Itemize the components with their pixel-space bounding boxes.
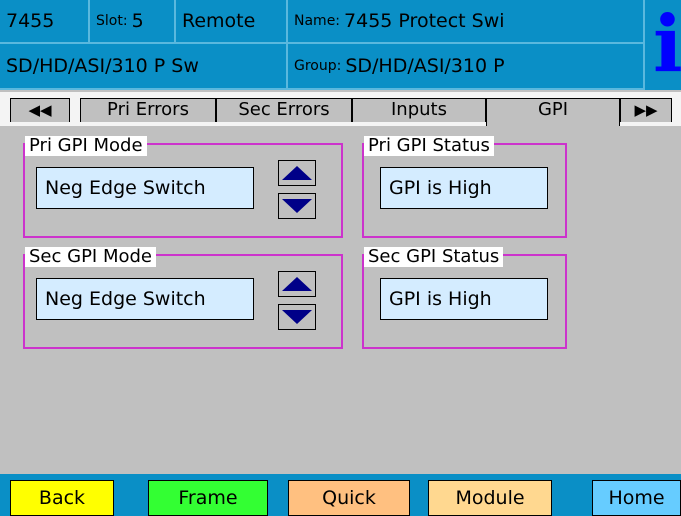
mode-text: Remote [182,10,256,32]
sec-gpi-mode-title: Sec GPI Mode [25,247,156,267]
model-text: SD/HD/ASI/310 P Sw [6,55,199,77]
tab-prev-arrow[interactable]: ◀◀ [10,98,70,122]
name-value: 7455 Protect Swi [344,10,505,32]
tab-label: Inputs [391,99,447,120]
slot-value: 5 [131,10,144,32]
slot-label: Slot: [96,13,128,29]
pri-gpi-mode-up-button[interactable] [278,160,316,186]
tab-label: GPI [537,99,569,120]
group-label: Group: [294,58,342,74]
arrow-down-icon [282,310,312,324]
name-field: Name: 7455 Protect Swi [288,0,645,44]
sec-gpi-status-value: GPI is High [380,278,548,320]
sec-gpi-mode-value[interactable]: Neg Edge Switch [36,278,254,320]
arrow-down-icon [282,199,312,213]
info-button[interactable]: i [645,0,681,90]
module-button[interactable]: Module [428,480,552,516]
sec-gpi-status-title: Sec GPI Status [364,247,504,267]
pri-gpi-status-value: GPI is High [380,167,548,209]
pri-gpi-status-title: Pri GPI Status [364,136,494,156]
frame-button[interactable]: Frame [148,480,268,516]
pri-gpi-mode-down-button[interactable] [278,193,316,219]
pri-gpi-mode-title: Pri GPI Mode [25,136,147,156]
arrow-up-icon [282,277,312,291]
model-field: SD/HD/ASI/310 P Sw [0,44,288,90]
group-field: Group: SD/HD/ASI/310 P [288,44,645,90]
group-value: SD/HD/ASI/310 P [345,55,505,77]
back-button[interactable]: Back [10,480,114,516]
name-label: Name: [294,13,341,29]
quick-button[interactable]: Quick [288,480,410,516]
home-button[interactable]: Home [592,480,681,516]
mode-field: Remote [176,0,288,44]
tab-label: Pri Errors [107,99,189,120]
tab-pri-errors[interactable]: Pri Errors [80,98,216,122]
device-id: 7455 [0,0,90,44]
tab-gpi[interactable]: GPI [486,98,620,126]
pri-gpi-mode-value[interactable]: Neg Edge Switch [36,167,254,209]
device-id-text: 7455 [6,10,55,32]
tab-label: Sec Errors [238,99,330,120]
info-icon: i [653,0,681,90]
prev-arrow-icon: ◀◀ [28,101,52,119]
next-arrow-icon: ▶▶ [634,101,658,119]
slot-field: Slot: 5 [90,0,176,44]
arrow-up-icon [282,166,312,180]
tab-inputs[interactable]: Inputs [352,98,486,122]
sec-gpi-mode-up-button[interactable] [278,271,316,297]
tab-sec-errors[interactable]: Sec Errors [216,98,352,122]
tab-next-arrow[interactable]: ▶▶ [620,98,672,122]
sec-gpi-mode-down-button[interactable] [278,304,316,330]
